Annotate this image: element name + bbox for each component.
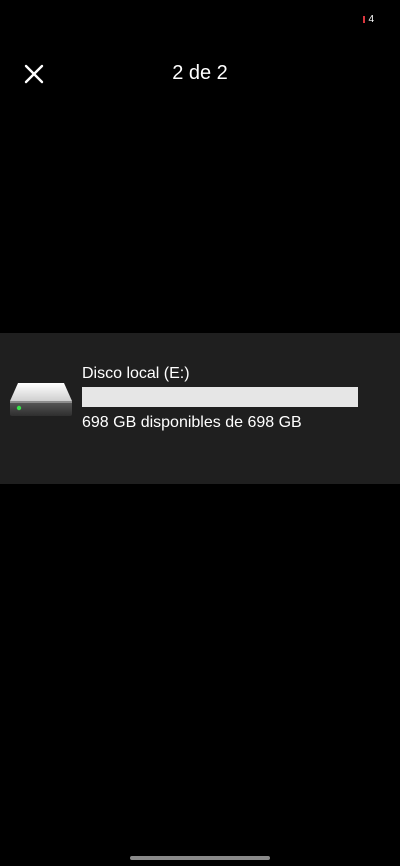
status-indicator: 4	[363, 14, 374, 25]
drive-usage-bar	[82, 387, 358, 407]
drive-panel: Disco local (E:) 698 GB disponibles de 6…	[0, 333, 400, 484]
status-indicator-text: 4	[368, 14, 374, 25]
page-title: 2 de 2	[172, 62, 228, 84]
hard-drive-icon	[10, 383, 72, 416]
status-dot	[363, 16, 366, 23]
drive-name: Disco local (E:)	[82, 365, 190, 382]
drive-space-text: 698 GB disponibles de 698 GB	[82, 414, 302, 431]
home-indicator[interactable]	[130, 856, 270, 860]
